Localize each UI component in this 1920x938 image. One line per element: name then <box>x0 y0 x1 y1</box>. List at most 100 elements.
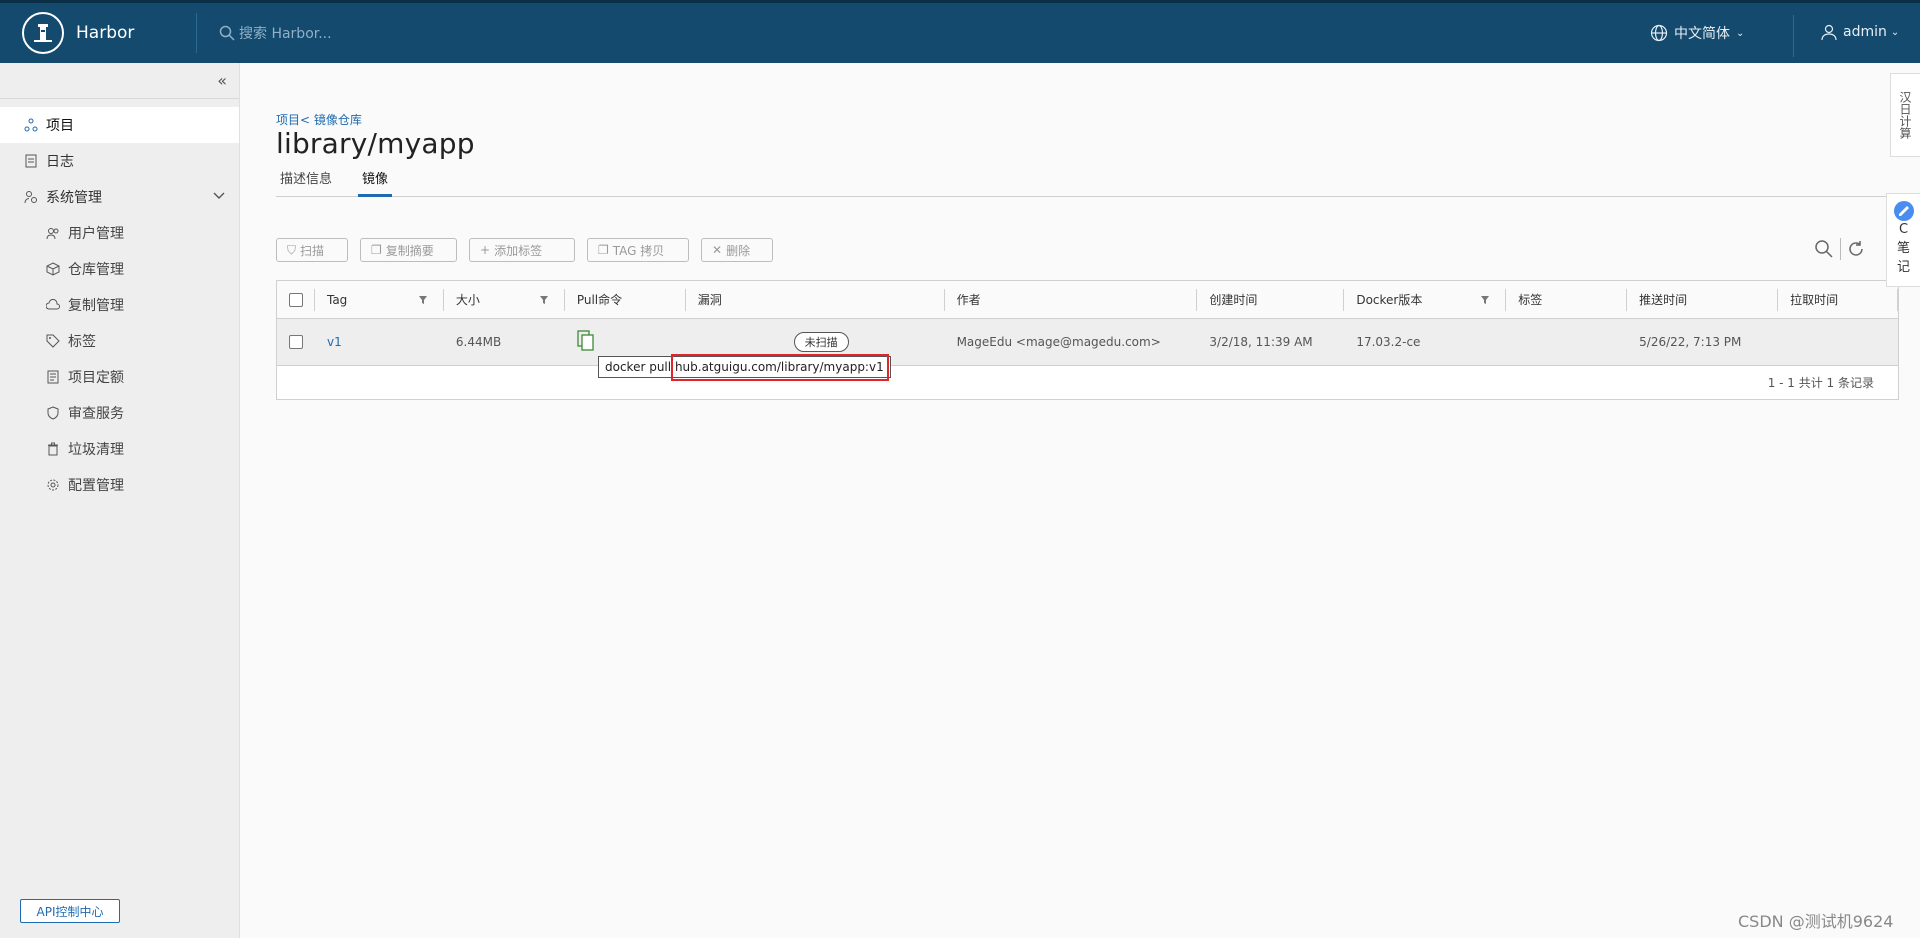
table-tools <box>1814 238 1865 260</box>
header-divider-2 <box>1793 15 1794 57</box>
sidebar-item-logs[interactable]: 日志 <box>0 143 239 179</box>
col-labels: 标签 <box>1506 281 1628 318</box>
delete-button[interactable]: ✕ 删除 <box>701 238 773 262</box>
user-gear-icon <box>24 190 38 204</box>
chevron-down-icon: ⌄ <box>1736 27 1745 39</box>
copy-icon: ❐ <box>598 243 609 257</box>
row-checkbox[interactable] <box>289 335 303 349</box>
sidebar-item-replication[interactable]: 复制管理 <box>0 287 239 323</box>
tag-link[interactable]: v1 <box>327 335 342 349</box>
sidebar-item-config[interactable]: 配置管理 <box>0 467 239 503</box>
scan-button[interactable]: ⛉ 扫描 <box>276 238 348 262</box>
col-pull-time: 拉取时间 <box>1778 281 1898 318</box>
button-label: 添加标签 <box>494 243 543 258</box>
tool-separator <box>1840 238 1841 260</box>
cell-labels <box>1506 319 1627 365</box>
sidebar-item-gc[interactable]: 垃圾清理 <box>0 431 239 467</box>
tooltip-cmd: docker pull <box>605 360 672 374</box>
sidebar-item-label: 标签 <box>68 334 96 350</box>
plus-icon: + <box>480 243 491 257</box>
api-center-button[interactable]: API控制中心 <box>20 899 120 923</box>
table-row[interactable]: v1 6.44MB 未扫描 MageEdu <mage@magedu.com> … <box>277 319 1898 366</box>
sidebar-item-labels[interactable]: 标签 <box>0 323 239 359</box>
sidebar-item-projects[interactable]: 项目 <box>0 107 239 143</box>
chevron-down-icon[interactable] <box>213 189 225 205</box>
brand-name[interactable]: Harbor <box>76 23 196 43</box>
users-icon <box>46 226 60 240</box>
sidebar-item-label: 项目 <box>46 118 74 134</box>
top-header: Harbor 搜索 Harbor... 中文简体 ⌄ admin ⌄ <box>0 0 1920 63</box>
copy-digest-button[interactable]: ❐ 复制摘要 <box>360 238 457 262</box>
copy-icon[interactable] <box>577 329 595 355</box>
col-author: 作者 <box>945 281 1198 318</box>
select-all-checkbox[interactable] <box>289 292 303 307</box>
username: admin <box>1843 24 1887 40</box>
add-label-button[interactable]: + 添加标签 <box>469 238 575 262</box>
search-icon[interactable] <box>1814 239 1834 259</box>
harbor-logo-icon[interactable] <box>22 12 64 54</box>
sidebar-item-users[interactable]: 用户管理 <box>0 215 239 251</box>
translate-widget[interactable]: 汉日计算 <box>1890 73 1920 157</box>
notes-c: C <box>1898 222 1909 237</box>
sidebar-item-registries[interactable]: 仓库管理 <box>0 251 239 287</box>
search-icon <box>219 25 235 41</box>
quota-icon <box>46 370 60 384</box>
notes-widget[interactable]: C 笔 记 <box>1886 193 1920 287</box>
col-tag[interactable]: Tag <box>315 281 444 318</box>
table-footer: 1 - 1 共计 1 条记录 <box>1767 376 1874 390</box>
cube-icon <box>46 262 60 276</box>
document-icon <box>24 154 38 168</box>
header-label: 漏洞 <box>697 293 722 307</box>
user-menu[interactable]: admin ⌄ <box>1820 23 1899 41</box>
chevron-down-icon: ⌄ <box>1890 26 1900 38</box>
sidebar-collapse[interactable]: « <box>0 63 239 99</box>
sidebar-item-quotas[interactable]: 项目定额 <box>0 359 239 395</box>
header-label: 推送时间 <box>1639 293 1688 307</box>
header-label: 创建时间 <box>1209 293 1258 307</box>
filter-icon[interactable] <box>1480 294 1490 308</box>
col-size[interactable]: 大小 <box>444 281 565 318</box>
notes-icon <box>1893 201 1914 221</box>
col-pull-command: Pull命令 <box>565 281 686 318</box>
sidebar-item-admin[interactable]: 系统管理 <box>0 179 239 215</box>
sidebar: « 项目 日志 系统管理 用户管理 仓库管理 复制管理 标签 项目定额 审查服务… <box>0 63 240 938</box>
cell-push-time: 5/26/22, 7:13 PM <box>1639 335 1742 349</box>
cell-size: 6.44MB <box>455 335 502 349</box>
tab-images[interactable]: 镜像 <box>358 167 393 197</box>
search-input[interactable]: 搜索 Harbor... <box>239 23 332 43</box>
highlight-box <box>671 354 889 381</box>
col-docker-version[interactable]: Docker版本 <box>1344 281 1507 318</box>
breadcrumb[interactable]: 项目< 镜像仓库 <box>276 111 362 128</box>
header-label: 大小 <box>455 293 480 307</box>
sidebar-item-label: 项目定额 <box>68 370 124 386</box>
sidebar-item-label: 垃圾清理 <box>68 442 124 458</box>
cell-pull-time <box>1778 319 1898 365</box>
sidebar-item-interrogation[interactable]: 审查服务 <box>0 395 239 431</box>
refresh-icon[interactable] <box>1847 240 1865 258</box>
double-chevron-left-icon[interactable]: « <box>217 71 227 90</box>
global-search[interactable]: 搜索 Harbor... <box>219 23 619 43</box>
tag-copy-button[interactable]: ❐ TAG 拷贝 <box>587 238 689 262</box>
shield-icon <box>46 406 60 420</box>
button-label: TAG 拷贝 <box>612 243 665 258</box>
sidebar-item-label: 审查服务 <box>68 406 124 422</box>
globe-icon <box>1650 24 1668 42</box>
select-all-cell <box>277 281 315 318</box>
header-label: 标签 <box>1518 293 1543 307</box>
sidebar-item-label: 复制管理 <box>68 298 124 314</box>
cell-docker-version: 17.03.2-ce <box>1356 335 1421 349</box>
header-label: 拉取时间 <box>1790 293 1839 307</box>
header-label: Docker版本 <box>1356 293 1423 307</box>
status-badge: 未扫描 <box>793 332 849 352</box>
cloud-icon <box>46 298 60 312</box>
sidebar-item-label: 用户管理 <box>68 226 124 242</box>
tab-info[interactable]: 描述信息 <box>276 167 336 197</box>
language-selector[interactable]: 中文简体 ⌄ <box>1650 23 1744 43</box>
language-label: 中文简体 <box>1674 26 1730 42</box>
gear-icon <box>46 478 60 492</box>
header-label: 作者 <box>956 293 981 307</box>
shield-check-icon: ⛉ <box>287 242 297 257</box>
filter-icon[interactable] <box>418 294 428 308</box>
cell-tag: v1 <box>315 319 444 365</box>
filter-icon[interactable] <box>539 294 549 308</box>
